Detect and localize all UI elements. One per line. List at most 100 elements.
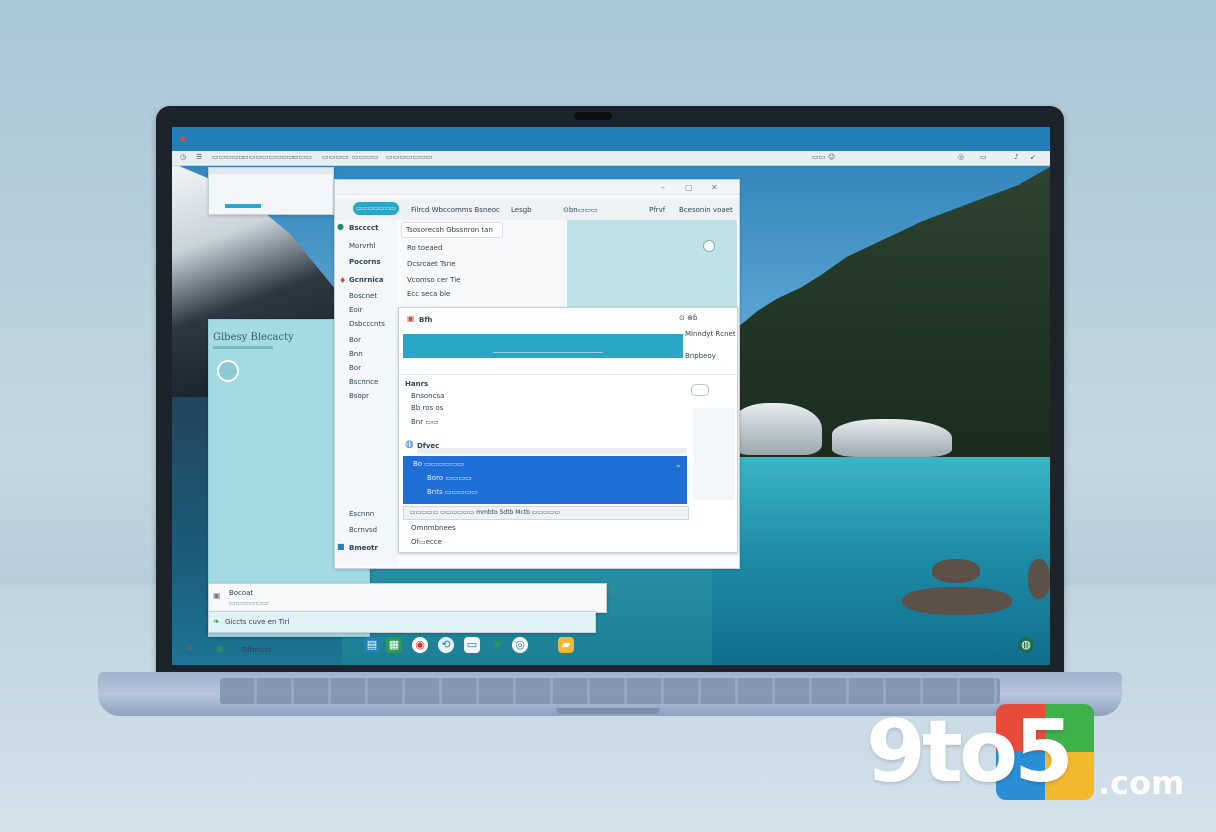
watermark-suffix: .com <box>1098 764 1185 802</box>
toggle-switch[interactable] <box>691 384 709 396</box>
menu-item[interactable]: ▭▭▭ <box>292 153 312 161</box>
left-footer-window[interactable]: Bocoat ▭▭▭▭▭▭ ▣ ✕ <box>208 583 616 613</box>
preview-toggle[interactable] <box>703 240 715 252</box>
screen: ◆ ◷ ☰ ▭▭▭▭▭ ▭▭▭▭▭▭▭▭ ▭▭▭ ▭▭▭▭ ▭▭▭▭ ▭▭▭▭▭… <box>172 127 1050 665</box>
list-item[interactable]: Vcomso cer Tie <box>407 276 460 284</box>
inner-row[interactable]: Hanrs <box>405 380 428 388</box>
sidebar-item[interactable]: Bsopr <box>349 392 369 400</box>
taskbar-app-icon[interactable]: ❦ <box>490 637 506 653</box>
list-item[interactable]: Dcsrcaet Tsne <box>407 260 456 268</box>
menu-item[interactable]: ▭▭▭▭ <box>322 153 348 161</box>
sidebar-item[interactable]: Bnn <box>349 350 363 358</box>
selected-row[interactable]: Bnts ▭▭▭▭▭ <box>427 488 478 496</box>
footer-row[interactable]: Omnmbnees <box>411 524 456 532</box>
sidebar-item[interactable]: Boscnet <box>349 292 377 300</box>
sidebar-item[interactable]: Pocorns <box>349 258 381 266</box>
sidebar-item[interactable]: Morvrhl <box>349 242 375 250</box>
arrow-icon[interactable]: ↙ <box>1030 153 1036 161</box>
taskbar-app-icon[interactable]: ◉ <box>412 637 428 653</box>
panel-subtitle-bar <box>213 346 273 349</box>
menu-item[interactable]: ▭▭▭▭▭▭▭▭ <box>242 153 295 161</box>
sidebar-item[interactable]: Dsbcccnts <box>349 320 385 328</box>
app-icon: ▣ <box>407 314 415 323</box>
main-window-titlebar: – ▢ ✕ <box>335 180 739 195</box>
menu-item[interactable]: ▭▭▭▭ <box>352 153 378 161</box>
list-item[interactable]: Ro toeaed <box>407 244 442 252</box>
toolbar-tab[interactable]: Pfrvf <box>649 206 665 214</box>
small-window-header <box>209 168 333 174</box>
app-icon[interactable]: ◆ <box>180 134 186 143</box>
sidebar-item[interactable]: Bor <box>349 336 361 344</box>
taskbar-app-icon[interactable]: ◎ <box>512 637 528 653</box>
main-toolbar: ▭▭▭▭▭▭▭ Filrcd Wbccomms Bsneoc Lesgb ⊙bn… <box>335 198 739 220</box>
sidebar-item[interactable]: Bscnnce <box>349 378 378 386</box>
selected-list[interactable]: Bo ▭▭▭▭▭▭ Boro ▭▭▭▭ Bnts ▭▭▭▭▭ ⌄ <box>403 456 687 504</box>
divider <box>399 374 737 375</box>
sidebar-item[interactable]: Gcnrnica <box>349 276 384 284</box>
taskbar-app-icon[interactable]: ▤ <box>364 637 380 653</box>
target-icon[interactable]: ◎ <box>958 153 964 161</box>
inner-title: Bfh <box>419 316 433 324</box>
footer-sub: ▭▭▭▭▭▭ <box>229 599 269 607</box>
address-bar[interactable] <box>417 448 687 454</box>
list-search[interactable]: Tsosorecsh Gbssnron tan <box>401 222 503 238</box>
minimize-icon[interactable]: – <box>661 183 665 192</box>
inner-right-label[interactable]: ⊙ ⊕ɓ <box>679 314 697 322</box>
leaf-icon[interactable]: ▦ <box>216 644 224 653</box>
menu-item[interactable]: ▭▭▭▭▭ <box>212 153 245 161</box>
toolbar-pill-button[interactable]: ▭▭▭▭▭▭▭ <box>353 202 399 215</box>
menu-item[interactable]: ◷ <box>180 153 186 161</box>
list-item[interactable]: Tsosorecsh Gbssnron tan <box>406 226 493 234</box>
pin-icon[interactable]: ✦ <box>186 644 193 653</box>
chevron-down-icon[interactable]: ⌄ <box>675 460 682 469</box>
wallpaper-stone <box>932 559 980 583</box>
footer-row[interactable]: Of▭ecce <box>411 538 442 546</box>
inner-window[interactable]: ▣ Bfh ⊙ ⊕ɓ Mlnndyt Rcnet Bnpbeoy Hanrs B… <box>398 307 738 553</box>
inner-row[interactable]: Bb ros os <box>411 404 443 412</box>
title-bar: ◆ <box>172 127 1050 151</box>
sidebar-item[interactable]: Bmeotr <box>349 544 378 552</box>
close-icon[interactable]: ✕ <box>609 588 616 597</box>
inner-side-panel <box>693 408 735 500</box>
menu-item[interactable]: ▭▭ <box>812 153 825 161</box>
sidebar-item[interactable]: Bcrnvsd <box>349 526 377 534</box>
toolbar-tab[interactable]: Filrcd Wbccomms Bsneoc <box>411 206 500 214</box>
maximize-icon[interactable]: ▢ <box>685 183 693 192</box>
sidebar-item[interactable]: Bscccct <box>349 224 378 232</box>
small-window[interactable] <box>208 167 334 215</box>
selected-row[interactable]: Bo ▭▭▭▭▭▭ <box>413 460 464 468</box>
music-icon[interactable]: ♪ <box>1014 153 1018 161</box>
taskbar-label[interactable]: Gfhmcrs <box>242 646 272 654</box>
toolbar-tab[interactable]: Lesgb <box>511 206 532 214</box>
smile-icon[interactable]: ☺ <box>828 153 835 161</box>
inner-row[interactable]: Bnsoncsa <box>411 392 444 400</box>
taskbar-app-icon[interactable]: ▦ <box>386 637 402 653</box>
menu-item[interactable]: ▭▭▭▭▭▭▭ <box>386 153 432 161</box>
taskbar-folder-icon[interactable]: ▰ <box>558 637 574 653</box>
laptop-notch <box>556 708 660 714</box>
inner-row[interactable]: Bnr ▭▭ <box>411 418 439 426</box>
taskbar-app-icon[interactable]: ▭ <box>464 637 480 653</box>
sidebar-item[interactable]: Eoir <box>349 306 363 314</box>
toolbar-tab[interactable]: ⊙bn▭▭▭ <box>563 206 598 214</box>
sidebar: Bscccct Morvrhl Pocorns Gcnrnica Boscnet… <box>335 220 397 566</box>
tray-icon[interactable]: ◍ <box>1018 637 1034 653</box>
panel-avatar[interactable] <box>217 360 239 382</box>
keyboard <box>220 678 1000 704</box>
close-icon[interactable]: ✕ <box>711 183 718 192</box>
menu-item[interactable]: ☰ <box>196 153 202 161</box>
list-pane: Tsosorecsh Gbssnron tan Ro toeaed Dcsrca… <box>401 220 565 310</box>
selected-row[interactable]: Boro ▭▭▭▭ <box>427 474 472 482</box>
edge-icon: ◍ <box>405 439 414 450</box>
banner-line <box>493 352 603 353</box>
menu-item[interactable]: ▭ <box>980 153 987 161</box>
webcam <box>574 112 612 120</box>
main-preview <box>567 220 737 310</box>
taskbar-app-icon[interactable]: ⟲ <box>438 637 454 653</box>
menu-bar: ◷ ☰ ▭▭▭▭▭ ▭▭▭▭▭▭▭▭ ▭▭▭ ▭▭▭▭ ▭▭▭▭ ▭▭▭▭▭▭▭… <box>172 151 1050 166</box>
sidebar-item[interactable]: Escnnn <box>349 510 374 518</box>
tray-icon[interactable]: ◌ <box>990 637 1006 653</box>
sidebar-item[interactable]: Bor <box>349 364 361 372</box>
list-item[interactable]: Ecc seca ble <box>407 290 450 298</box>
toolbar-tab[interactable]: Bcesonin voaet <box>679 206 733 214</box>
